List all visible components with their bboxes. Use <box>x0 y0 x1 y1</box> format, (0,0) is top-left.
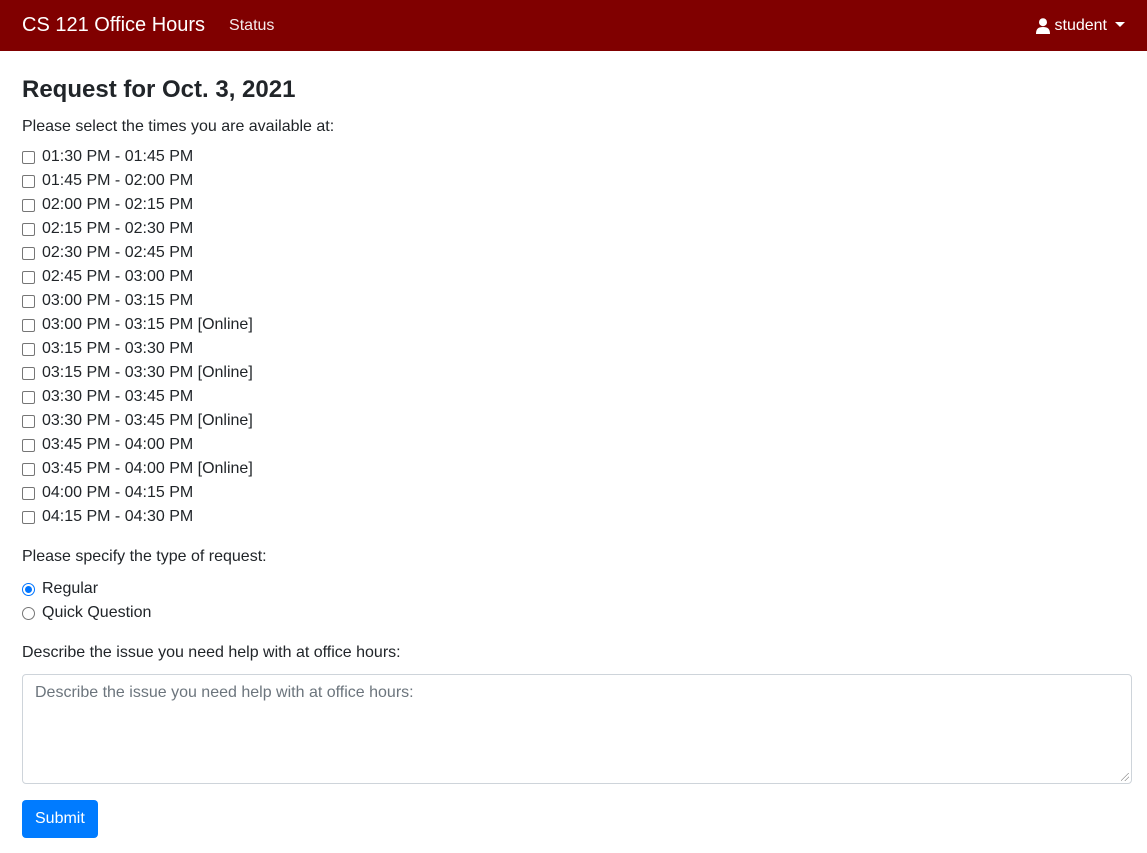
time-slot-label[interactable]: 01:45 PM - 02:00 PM <box>42 169 193 193</box>
time-slot-label[interactable]: 03:30 PM - 03:45 PM <box>42 385 193 409</box>
request-type-regular[interactable]: Regular <box>22 577 1125 601</box>
description-textarea[interactable]: Describe the issue you need help with at… <box>22 674 1132 784</box>
time-slot-label[interactable]: 03:15 PM - 03:30 PM <box>42 337 193 361</box>
time-slot-item[interactable]: 03:30 PM - 03:45 PM [Online] <box>22 409 1125 433</box>
time-slot-checkbox[interactable] <box>22 366 35 380</box>
time-slot-checkbox[interactable] <box>22 198 35 212</box>
page-title: Request for Oct. 3, 2021 <box>22 76 296 103</box>
user-menu-toggle[interactable]: student <box>1035 16 1125 35</box>
time-slot-item[interactable]: 03:30 PM - 03:45 PM <box>22 385 1125 409</box>
time-slot-list: 01:30 PM - 01:45 PM 01:45 PM - 02:00 PM 02… <box>22 145 1125 529</box>
time-slot-checkbox[interactable] <box>22 150 35 164</box>
time-slot-item[interactable]: 04:15 PM - 04:30 PM <box>22 505 1125 529</box>
quick-question-radio[interactable] <box>22 606 35 620</box>
main-content: Request for Oct. 3, 2021 Please select t… <box>0 51 1147 838</box>
time-slot-label[interactable]: 04:15 PM - 04:30 PM <box>42 505 193 529</box>
time-slot-checkbox[interactable] <box>22 246 35 260</box>
time-slot-item[interactable]: 02:30 PM - 02:45 PM <box>22 241 1125 265</box>
time-slot-item[interactable]: 03:45 PM - 04:00 PM [Online] <box>22 457 1125 481</box>
time-slot-item[interactable]: 03:00 PM - 03:15 PM [Online] <box>22 313 1125 337</box>
time-slot-item[interactable]: 02:15 PM - 02:30 PM <box>22 217 1125 241</box>
time-slot-checkbox[interactable] <box>22 438 35 452</box>
time-slot-checkbox[interactable] <box>22 486 35 500</box>
time-slot-item[interactable]: 02:45 PM - 03:00 PM <box>22 265 1125 289</box>
time-slot-checkbox[interactable] <box>22 342 35 356</box>
time-slot-checkbox[interactable] <box>22 390 35 404</box>
request-type-group: Regular Quick Question <box>22 577 1125 625</box>
time-slot-label[interactable]: 03:00 PM - 03:15 PM <box>42 289 193 313</box>
time-slot-item[interactable]: 03:00 PM - 03:15 PM <box>22 289 1125 313</box>
description-prompt: Describe the issue you need help with at… <box>22 644 401 661</box>
time-slot-label[interactable]: 03:15 PM - 03:30 PM [Online] <box>42 361 253 385</box>
regular-radio[interactable] <box>22 582 35 596</box>
brand-link[interactable]: CS 121 Office Hours <box>22 14 205 37</box>
navbar: CS 121 Office Hours Status student <box>0 0 1147 51</box>
times-prompt: Please select the times you are availabl… <box>22 118 335 135</box>
time-slot-label[interactable]: 02:15 PM - 02:30 PM <box>42 217 193 241</box>
time-slot-checkbox[interactable] <box>22 222 35 236</box>
time-slot-label[interactable]: 01:30 PM - 01:45 PM <box>42 145 193 169</box>
time-slot-label[interactable]: 04:00 PM - 04:15 PM <box>42 481 193 505</box>
time-slot-label[interactable]: 03:45 PM - 04:00 PM [Online] <box>42 457 253 481</box>
time-slot-checkbox[interactable] <box>22 462 35 476</box>
request-type-quick-question[interactable]: Quick Question <box>22 601 1125 625</box>
time-slot-label[interactable]: 03:00 PM - 03:15 PM [Online] <box>42 313 253 337</box>
time-slot-label[interactable]: 03:45 PM - 04:00 PM <box>42 433 193 457</box>
time-slot-checkbox[interactable] <box>22 414 35 428</box>
time-slot-label[interactable]: 02:30 PM - 02:45 PM <box>42 241 193 265</box>
time-slot-checkbox[interactable] <box>22 318 35 332</box>
time-slot-item[interactable]: 03:15 PM - 03:30 PM [Online] <box>22 361 1125 385</box>
time-slot-item[interactable]: 01:45 PM - 02:00 PM <box>22 169 1125 193</box>
time-slot-label[interactable]: 03:30 PM - 03:45 PM [Online] <box>42 409 253 433</box>
time-slot-item[interactable]: 03:15 PM - 03:30 PM <box>22 337 1125 361</box>
time-slot-item[interactable]: 03:45 PM - 04:00 PM <box>22 433 1125 457</box>
resize-handle-icon[interactable] <box>1121 773 1129 781</box>
time-slot-checkbox[interactable] <box>22 174 35 188</box>
quick-question-radio-label[interactable]: Quick Question <box>42 604 151 622</box>
time-slot-item[interactable]: 02:00 PM - 02:15 PM <box>22 193 1125 217</box>
time-slot-label[interactable]: 02:00 PM - 02:15 PM <box>42 193 193 217</box>
submit-button[interactable]: Submit <box>22 800 98 838</box>
user-icon <box>1035 17 1050 34</box>
request-type-prompt: Please specify the type of request: <box>22 548 267 565</box>
chevron-down-icon <box>1115 22 1125 27</box>
time-slot-checkbox[interactable] <box>22 294 35 308</box>
description-placeholder: Describe the issue you need help with at… <box>35 684 414 701</box>
nav-link-status[interactable]: Status <box>229 17 274 35</box>
time-slot-item[interactable]: 01:30 PM - 01:45 PM <box>22 145 1125 169</box>
time-slot-checkbox[interactable] <box>22 510 35 524</box>
time-slot-checkbox[interactable] <box>22 270 35 284</box>
time-slot-label[interactable]: 02:45 PM - 03:00 PM <box>42 265 193 289</box>
time-slot-item[interactable]: 04:00 PM - 04:15 PM <box>22 481 1125 505</box>
regular-radio-label[interactable]: Regular <box>42 580 98 598</box>
user-name: student <box>1054 16 1107 34</box>
